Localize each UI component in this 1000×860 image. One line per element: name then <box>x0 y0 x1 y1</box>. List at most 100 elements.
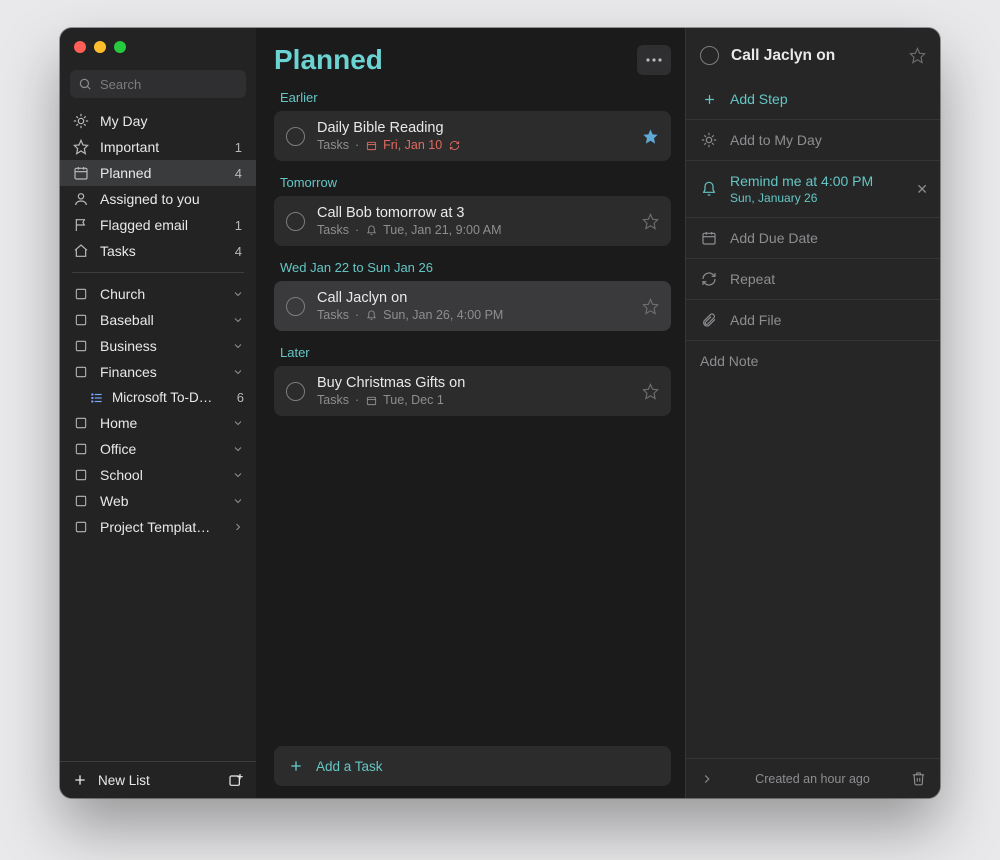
add-step-label: Add Step <box>730 91 788 107</box>
task-list-name: Tasks <box>317 393 349 407</box>
complete-toggle[interactable] <box>700 46 719 65</box>
chevron-down-icon <box>232 443 244 455</box>
calendar-icon <box>365 139 377 151</box>
close-window-button[interactable] <box>74 41 86 53</box>
sidebar-item-label: My Day <box>100 113 147 129</box>
fullscreen-window-button[interactable] <box>114 41 126 53</box>
sidebar-group-project-templates[interactable]: Project Templat… <box>60 514 256 540</box>
page-title: Planned <box>274 44 383 76</box>
task-title: Daily Bible Reading <box>317 120 630 136</box>
chevron-down-icon <box>232 288 244 300</box>
chevron-right-icon <box>232 521 244 533</box>
group-icon <box>72 468 90 482</box>
sidebar-item-label: Tasks <box>100 243 136 259</box>
sun-icon <box>700 132 718 148</box>
sidebar-group-baseball[interactable]: Baseball <box>60 307 256 333</box>
search-input[interactable] <box>98 76 278 93</box>
star-toggle[interactable] <box>909 47 926 64</box>
search-field[interactable] <box>70 70 246 98</box>
sidebar-groups: Church Baseball Business Finances Micros <box>60 279 256 542</box>
sidebar-item-label: Flagged email <box>100 217 188 233</box>
hide-detail-button[interactable] <box>700 772 714 786</box>
star-toggle[interactable] <box>642 383 659 400</box>
add-to-my-day-button[interactable]: Add to My Day <box>686 119 940 160</box>
task-row[interactable]: Daily Bible Reading Tasks· Fri, Jan 10 <box>274 111 671 161</box>
repeat-button[interactable]: Repeat <box>686 258 940 299</box>
complete-toggle[interactable] <box>286 382 305 401</box>
chevron-down-icon <box>232 314 244 326</box>
sidebar-item-important[interactable]: Important 1 <box>60 134 256 160</box>
detail-title[interactable]: Call Jaclyn on <box>731 47 897 65</box>
clear-reminder-button[interactable]: ✕ <box>916 181 928 198</box>
sidebar-group-office[interactable]: Office <box>60 436 256 462</box>
sidebar-item-label: Web <box>100 493 129 509</box>
detail-header: Call Jaclyn on <box>686 28 940 79</box>
list-icon <box>90 391 104 405</box>
task-list-name: Tasks <box>317 308 349 322</box>
repeat-icon <box>700 271 718 287</box>
new-group-button[interactable] <box>228 772 244 788</box>
add-due-date-button[interactable]: Add Due Date <box>686 217 940 258</box>
reminder-label: Remind me at 4:00 PM <box>730 173 873 189</box>
group-icon <box>72 520 90 534</box>
bell-icon <box>365 309 377 321</box>
task-row[interactable]: Buy Christmas Gifts on Tasks· Tue, Dec 1 <box>274 366 671 416</box>
group-icon <box>72 313 90 327</box>
sidebar-item-my-day[interactable]: My Day <box>60 108 256 134</box>
new-list-button[interactable]: New List <box>98 773 150 788</box>
sidebar-item-count: 4 <box>235 244 244 259</box>
task-due: Tue, Dec 1 <box>383 393 444 407</box>
ellipsis-icon <box>646 58 662 62</box>
sidebar-item-assigned[interactable]: Assigned to you <box>60 186 256 212</box>
delete-task-button[interactable] <box>911 771 926 786</box>
section-label: Wed Jan 22 to Sun Jan 26 <box>274 250 671 281</box>
more-options-button[interactable] <box>637 45 671 75</box>
plus-icon <box>72 772 88 788</box>
task-due: Tue, Jan 21, 9:00 AM <box>383 223 501 237</box>
chevron-down-icon <box>232 495 244 507</box>
add-file-button[interactable]: Add File <box>686 299 940 340</box>
detail-pane: Call Jaclyn on Add Step Add to My Day Re… <box>685 28 940 798</box>
calendar-icon <box>365 394 377 406</box>
sidebar-item-planned[interactable]: Planned 4 <box>60 160 256 186</box>
task-title: Buy Christmas Gifts on <box>317 375 630 391</box>
task-row[interactable]: Call Jaclyn on Tasks· Sun, Jan 26, 4:00 … <box>274 281 671 331</box>
task-due: Sun, Jan 26, 4:00 PM <box>383 308 503 322</box>
sidebar-item-flagged[interactable]: Flagged email 1 <box>60 212 256 238</box>
sidebar-group-school[interactable]: School <box>60 462 256 488</box>
complete-toggle[interactable] <box>286 212 305 231</box>
reminder-row[interactable]: Remind me at 4:00 PM Sun, January 26 ✕ <box>686 160 940 217</box>
task-row[interactable]: Call Bob tomorrow at 3 Tasks· Tue, Jan 2… <box>274 196 671 246</box>
repeat-label: Repeat <box>730 271 775 287</box>
sidebar-group-church[interactable]: Church <box>60 281 256 307</box>
star-toggle[interactable] <box>642 298 659 315</box>
star-toggle[interactable] <box>642 128 659 145</box>
sidebar-item-count: 1 <box>235 218 244 233</box>
complete-toggle[interactable] <box>286 297 305 316</box>
add-task-button[interactable]: Add a Task <box>274 746 671 786</box>
add-task-label: Add a Task <box>316 759 383 774</box>
sidebar-divider <box>72 272 244 273</box>
sun-icon <box>72 113 90 129</box>
add-note-field[interactable]: Add Note <box>686 340 940 381</box>
chevron-down-icon <box>232 417 244 429</box>
sidebar-group-web[interactable]: Web <box>60 488 256 514</box>
sidebar-list-ms-todo[interactable]: Microsoft To-D… 6 <box>60 385 256 410</box>
sidebar-item-label: Project Templat… <box>100 519 210 535</box>
sidebar-group-home[interactable]: Home <box>60 410 256 436</box>
sidebar-group-finances[interactable]: Finances <box>60 359 256 385</box>
flag-icon <box>72 217 90 233</box>
minimize-window-button[interactable] <box>94 41 106 53</box>
sidebar-group-business[interactable]: Business <box>60 333 256 359</box>
sidebar-smart-lists: My Day Important 1 Planned 4 Assigned to… <box>60 106 256 266</box>
main-pane: Planned Earlier Daily Bible Reading Task… <box>256 28 685 798</box>
sidebar-item-label: Home <box>100 415 137 431</box>
add-step-button[interactable]: Add Step <box>686 79 940 119</box>
complete-toggle[interactable] <box>286 127 305 146</box>
calendar-icon <box>72 165 90 181</box>
task-title: Call Jaclyn on <box>317 290 630 306</box>
repeat-icon <box>448 139 460 151</box>
star-toggle[interactable] <box>642 213 659 230</box>
sidebar-item-tasks[interactable]: Tasks 4 <box>60 238 256 264</box>
sidebar-item-label: Baseball <box>100 312 154 328</box>
